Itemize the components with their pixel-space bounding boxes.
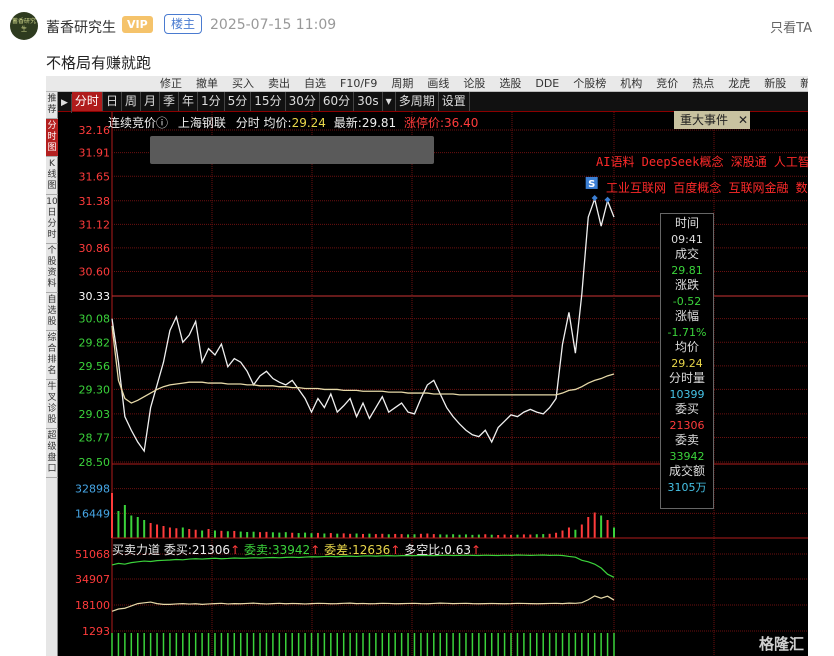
tt-price-value: 29.81 [671,263,703,277]
quote-info-line: 连续竞价ⓘ 上海钢联 分时 均价:29.24 最新:29.81 涨停价:36.4… [108,114,478,131]
flow-sell-line [111,554,615,578]
tt-sell-label: 委卖 [674,433,699,447]
chart-label: 分时 [235,116,260,130]
price-tick-label: 28.77 [79,432,111,445]
major-events-button[interactable]: 重大事件 ✕ [674,111,750,129]
flow-buy-value: 21306 [191,543,231,557]
tt-time-label: 时间 [674,216,699,230]
event-diamond [604,196,611,203]
host-badge: 楼主 [164,14,203,34]
s-marker-label: S [588,179,595,190]
post-text: 不格局有赚就跑 [46,54,152,72]
tt-avg-value: 29.24 [671,356,703,370]
last-value: 29.81 [361,116,397,130]
flow-tick-label: 34907 [75,573,110,586]
tt-chg-value: -0.52 [672,294,702,308]
flow-legend: 买卖力道 委买:21306↑ 委卖:33942↑ 委差:12636↑ 多空比:0… [112,543,482,557]
vip-badge: VIP [122,16,153,33]
stock-name: 上海钢联 [177,116,226,130]
flow-tick-label: 1293 [82,625,110,638]
tt-avg-label: 均价 [674,340,699,354]
tt-vol-label: 分时量 [668,371,705,385]
tt-buy-value: 21306 [669,418,705,432]
flow-diff-value: 12636 [352,543,391,557]
flow-sell-value: 33942 [272,543,311,557]
flow-diff-label: 委差: [324,543,353,557]
last-label: 最新: [333,116,362,130]
volume-tick-label: 16449 [75,507,110,520]
tt-amt-label: 成交额 [668,464,705,478]
only-see-link[interactable]: 只看TA [770,17,812,36]
price-tick-label: 29.56 [79,360,111,373]
volume-tick-label: 32898 [75,483,110,496]
price-tick-label: 30.33 [79,290,111,303]
limit-label: 涨停价: [404,116,445,130]
price-tick-label: 31.91 [79,147,111,160]
popup-placeholder [150,136,434,164]
trading-mode[interactable]: 连续竞价ⓘ [108,116,168,130]
avatar[interactable]: 蓄香研究生 [10,12,38,40]
tt-pct-label: 涨幅 [674,309,699,323]
price-tick-label: 31.65 [79,170,111,183]
post-header: 蓄香研究生 蓄香研究生 VIP 楼主 2025-07-15 11:09 只看TA [0,0,834,48]
tt-buy-label: 委买 [674,402,699,416]
flow-buy-line [111,595,615,612]
price-tick-label: 30.60 [79,266,111,279]
price-tick-label: 32.16 [79,124,111,137]
tt-amt-value: 3105万 [667,480,707,494]
price-tick-label: 29.30 [79,383,111,396]
price-tick-label: 30.86 [79,242,111,255]
tt-pct-value: -1.71% [667,325,707,339]
username[interactable]: 蓄香研究生 [46,17,116,37]
flow-buy-label: 委买: [163,543,192,557]
flow-ratio-value: 0.63 [444,543,471,557]
price-tick-label: 30.08 [79,313,111,326]
tt-time-value: 09:41 [671,232,703,246]
watermark-logo: 格隆汇 [758,635,804,653]
limit-value: 36.40 [444,116,479,130]
price-tick-label: 29.03 [79,408,111,421]
tt-vol-value: 10399 [669,387,705,401]
tt-sell-value: 33942 [669,449,705,463]
flow-sell-label: 委卖: [243,543,273,557]
price-tick-label: 31.38 [79,195,111,208]
price-line [111,196,615,453]
concept-tags-line1[interactable]: AI语料 DeepSeek概念 深股通 人工智 [596,153,808,170]
price-tick-label: 29.82 [79,336,111,349]
concept-tags-line2[interactable]: 工业互联网 百度概念 互联网金融 数 [606,179,808,196]
tt-price-label: 成交 [674,247,699,261]
tt-chg-label: 涨跌 [674,278,699,292]
avg-value: 29.24 [291,116,326,130]
price-tick-label: 31.12 [79,218,111,231]
price-tick-label: 28.50 [79,456,111,469]
post-timestamp: 2025-07-15 11:09 [210,17,337,33]
crosshair-tooltip: 时间 09:41 成交 29.81 涨跌 -0.52 涨幅 -1.71% 均价 … [660,213,714,509]
flow-title: 买卖力道 [112,543,161,557]
close-icon[interactable]: ✕ [738,113,748,127]
stock-screenshot: 修正 撤单 买入 卖出 自选 F10/F9 周期 画线 论股 选股 DDE 个股榜 机构 竞价 热点 龙虎 新股… [46,76,808,656]
major-events-label: 重大事件 [680,113,729,127]
flow-tick-label: 51068 [75,548,110,561]
event-diamond [591,194,598,201]
flow-tick-label: 18100 [75,599,110,612]
flow-ratio-label: 多空比: [404,543,445,557]
avg-label: 均价: [263,116,292,130]
